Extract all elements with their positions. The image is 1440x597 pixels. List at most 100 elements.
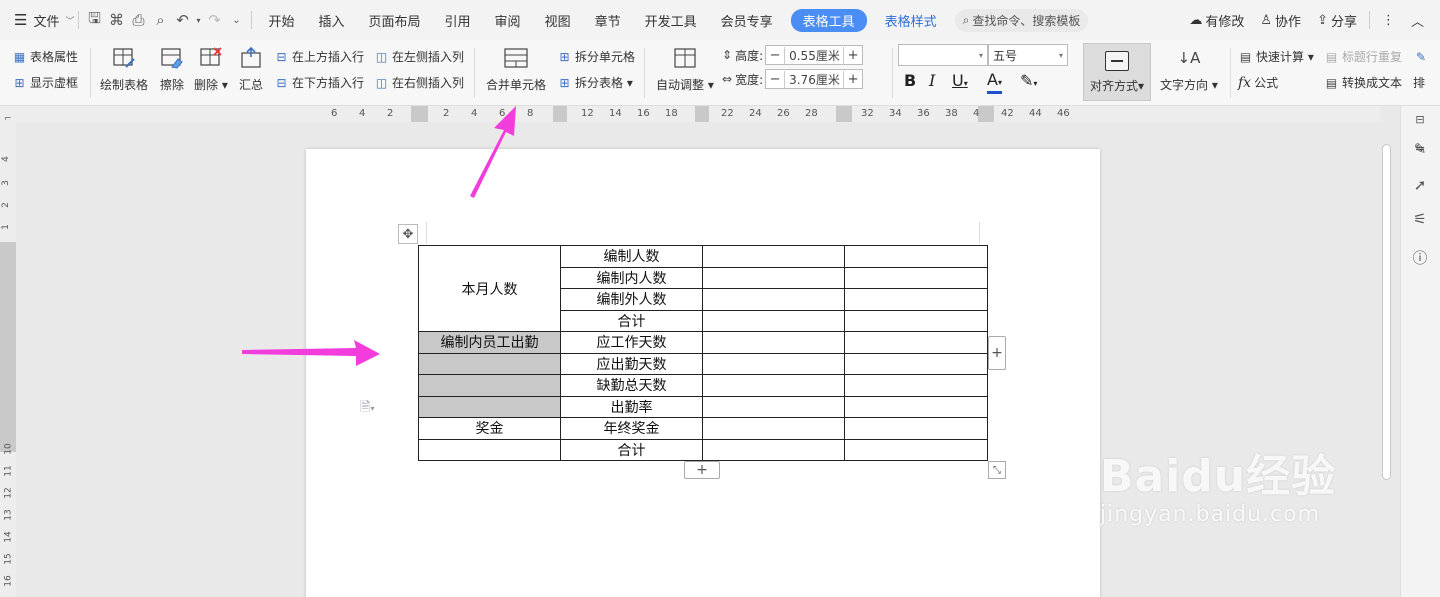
rail-collapse-icon[interactable]: ⊟ [1409, 108, 1431, 130]
table-properties-button[interactable]: ▦ 表格属性 [12, 48, 78, 65]
table-cell[interactable]: 应出勤天数 [560, 352, 703, 375]
quick-calc-button[interactable]: ▤ 快速计算 ▾ [1238, 48, 1314, 65]
italic-icon[interactable]: I [929, 71, 935, 90]
edit-pen-icon[interactable]: ✎ [1409, 138, 1431, 160]
scrollbar-thumb[interactable] [1382, 144, 1391, 480]
font-size-select[interactable]: 五号 ▾ [988, 44, 1068, 66]
show-grid-button[interactable]: ⊞ 显示虚框 [12, 74, 78, 91]
undo-dropdown-icon[interactable]: ▾ [193, 9, 203, 31]
changes-button[interactable]: ☁ 有修改 [1181, 11, 1252, 30]
print-icon[interactable]: ⎙ [127, 9, 149, 31]
delete-button[interactable]: 删除 ▾ [194, 46, 228, 93]
table-cell-selected[interactable] [418, 395, 561, 418]
tab-insert[interactable]: 插入 [307, 11, 357, 30]
table-cell[interactable]: 出勤率 [560, 395, 703, 418]
split-cells-button[interactable]: ⊞ 拆分单元格 [557, 48, 635, 65]
help-icon[interactable]: ⓘ [1409, 246, 1431, 268]
format-painter-icon[interactable]: ⌘ [105, 9, 127, 31]
table-cell[interactable] [844, 309, 988, 332]
tab-home[interactable]: 开始 [256, 11, 306, 30]
table-cell[interactable]: 编制人数 [560, 245, 703, 268]
width-increase-button[interactable]: + [844, 72, 862, 87]
table-cell[interactable] [844, 352, 988, 375]
title-repeat-button[interactable]: ▤ 标题行重复 [1324, 48, 1402, 65]
height-spinner[interactable]: ⇕ 高度: − 0.55厘米 + [722, 45, 864, 65]
table-cell[interactable]: 奖金 [418, 417, 561, 440]
tab-table-style[interactable]: 表格样式 [873, 11, 949, 30]
document-table[interactable]: 本月人数 编制人数 编制内人数 编制外人数 合计 编制内员工出勤 应工作天数 应… [418, 245, 988, 461]
table-cell[interactable] [702, 417, 845, 440]
table-cell-selected[interactable] [418, 374, 561, 397]
pen-icon[interactable]: ✎ [1416, 50, 1426, 64]
split-table-button[interactable]: ⊞ 拆分表格 ▾ [557, 74, 632, 91]
tab-developer[interactable]: 开发工具 [633, 11, 709, 30]
table-cell[interactable] [702, 245, 845, 268]
share-button[interactable]: ⇪ 分享 [1309, 11, 1365, 30]
add-row-button[interactable]: + [684, 461, 720, 479]
collab-button[interactable]: ♙ 协作 [1252, 11, 1309, 30]
tab-review[interactable]: 审阅 [483, 11, 533, 30]
text-direction-button[interactable]: ↓A 文字方向 ▾ [1160, 46, 1218, 93]
table-cell[interactable]: 年终奖金 [560, 417, 703, 440]
height-decrease-button[interactable]: − [766, 48, 784, 63]
table-resize-handle[interactable]: ⤡ [988, 461, 1006, 479]
table-cell[interactable] [844, 331, 988, 354]
table-cell[interactable] [844, 438, 988, 461]
table-cell[interactable]: 合计 [560, 309, 703, 332]
settings-sliders-icon[interactable]: ⚟ [1409, 208, 1431, 230]
insert-row-below-button[interactable]: ⊟ 在下方插入行 [274, 74, 364, 91]
save-icon[interactable]: 🖫 [83, 9, 105, 31]
table-cell-selected[interactable] [418, 352, 561, 375]
table-cell[interactable]: 编制内人数 [560, 266, 703, 289]
table-cell[interactable] [702, 374, 845, 397]
horizontal-ruler[interactable]: 6 4 2 2 4 6 8 12 14 16 18 22 24 26 28 32… [0, 106, 1380, 122]
table-cell[interactable] [844, 266, 988, 289]
print-preview-icon[interactable]: ⌕ [149, 9, 171, 31]
file-menu[interactable]: ☰ 文件 ﹀ [0, 11, 74, 30]
height-increase-button[interactable]: + [844, 48, 862, 63]
select-cursor-icon[interactable]: ➚ [1409, 174, 1431, 196]
table-cell[interactable]: 缺勤总天数 [560, 374, 703, 397]
table-cell[interactable] [844, 417, 988, 440]
underline-icon[interactable]: U▾ [952, 71, 968, 90]
table-cell[interactable] [702, 331, 845, 354]
table-cell[interactable] [844, 245, 988, 268]
table-cell[interactable] [844, 288, 988, 311]
erase-button[interactable]: 擦除 [159, 46, 185, 93]
table-move-handle[interactable]: ✥ [398, 224, 418, 244]
collapse-ribbon-icon[interactable]: ︿ [1403, 11, 1440, 30]
command-search[interactable]: ⌕ 查找命令、搜索模板 [954, 8, 1089, 32]
auto-adjust-button[interactable]: 自动调整 ▾ [656, 46, 714, 93]
table-cell[interactable]: 合计 [560, 438, 703, 461]
font-family-select[interactable]: ▾ [898, 44, 988, 66]
table-cell[interactable] [844, 374, 988, 397]
table-cell[interactable] [702, 266, 845, 289]
table-cell[interactable] [418, 438, 561, 461]
tab-table-tools[interactable]: 表格工具 [790, 8, 867, 32]
formula-button[interactable]: fx 公式 [1238, 74, 1278, 91]
redo-icon[interactable]: ↷ [203, 9, 225, 31]
width-value[interactable]: 3.76厘米 [784, 70, 845, 88]
align-button[interactable]: 对齐方式▾ [1083, 43, 1151, 101]
add-column-button[interactable]: + [988, 336, 1006, 370]
width-spinner[interactable]: ⇔ 宽度: − 3.76厘米 + [722, 69, 864, 89]
summary-button[interactable]: 汇总 [238, 46, 264, 93]
insert-row-above-button[interactable]: ⊟ 在上方插入行 [274, 48, 364, 65]
table-cell[interactable] [702, 309, 845, 332]
convert-text-button[interactable]: ▤ 转换成文本 [1324, 74, 1402, 91]
table-cell[interactable] [844, 395, 988, 418]
table-cell-selected[interactable]: 编制内员工出勤 [418, 331, 561, 354]
font-color-icon[interactable]: A▾ [987, 71, 1002, 94]
tab-member[interactable]: 会员专享 [709, 11, 785, 30]
table-cell[interactable] [702, 438, 845, 461]
undo-icon[interactable]: ↶ [171, 9, 193, 31]
more-icon[interactable]: ⋮ [1374, 13, 1403, 28]
tab-view[interactable]: 视图 [533, 11, 583, 30]
table-cell[interactable]: 本月人数 [418, 245, 561, 332]
customize-toolbar-icon[interactable]: ⌄ [225, 9, 247, 31]
bold-icon[interactable]: B [904, 71, 916, 90]
vertical-scrollbar[interactable] [1380, 122, 1394, 597]
tab-page-layout[interactable]: 页面布局 [357, 11, 433, 30]
tab-references[interactable]: 引用 [433, 11, 483, 30]
vertical-ruler[interactable]: 4 3 2 1 10 11 12 13 14 15 16 [0, 122, 16, 597]
